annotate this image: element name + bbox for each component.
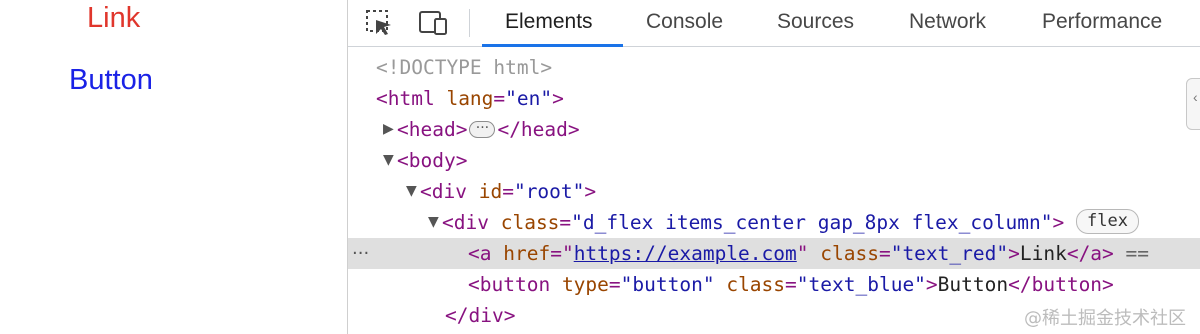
selected-marker: ==: [1125, 242, 1150, 265]
attr-name: lang: [446, 87, 494, 110]
tag-close: </button>: [1008, 273, 1114, 296]
select-element-icon[interactable]: [362, 6, 396, 40]
node-text: Link: [1019, 242, 1067, 265]
collapse-triangle-icon[interactable]: ▼: [406, 176, 420, 207]
preview-link[interactable]: Link: [87, 2, 140, 35]
dom-node-div-flex[interactable]: ▼ <div class="d_flex items_center gap_8px…: [348, 207, 1200, 238]
tag-close: >: [584, 180, 597, 203]
tag-close: </div>: [445, 304, 516, 327]
flex-badge[interactable]: flex: [1076, 209, 1139, 234]
dom-node-head[interactable]: ▶<head> </head>: [348, 113, 1200, 145]
tag-name: <div: [420, 180, 467, 203]
watermark: @稀土掘金技术社区: [1024, 308, 1186, 329]
href-link[interactable]: https://example.com: [574, 242, 797, 265]
dom-node-doctype[interactable]: <!DOCTYPE html>: [348, 52, 1200, 83]
dom-node-html[interactable]: <html lang="en">: [348, 83, 1200, 114]
tab-performance[interactable]: Performance: [1042, 0, 1162, 47]
expand-triangle-icon[interactable]: ▶: [383, 114, 397, 145]
attr-value: "d_flex items_center gap_8px flex_column…: [571, 211, 1053, 234]
dom-node-body[interactable]: ▼ <body>: [348, 145, 1200, 176]
tab-sources[interactable]: Sources: [777, 0, 854, 47]
chevron-icon: ‹: [1193, 89, 1198, 105]
active-tab-indicator: [482, 44, 623, 47]
tab-elements[interactable]: Elements: [505, 0, 593, 47]
attr-value: "en": [505, 87, 553, 110]
dom-node-div-root[interactable]: ▼ <div id="root">: [348, 176, 1200, 207]
devtools-toolbar: Elements Console Sources Network Perform…: [348, 0, 1200, 47]
tag-name: <head>: [397, 118, 468, 141]
devtools-panel: Elements Console Sources Network Perform…: [347, 0, 1200, 334]
collapse-triangle-icon[interactable]: ▼: [428, 207, 442, 238]
tag-name: <a: [468, 242, 492, 265]
more-options-icon[interactable]: ···: [352, 238, 369, 269]
attr-name: class: [726, 273, 786, 296]
side-panel-toggle[interactable]: ‹: [1186, 78, 1200, 130]
doctype-text: <!DOCTYPE html>: [376, 56, 553, 79]
tag-name: <body>: [397, 149, 468, 172]
tag-name: <div: [442, 211, 489, 234]
tag-close: </a>: [1066, 242, 1114, 265]
tag-close: </head>: [497, 118, 580, 141]
attr-value: "button": [620, 273, 715, 296]
node-text: Button: [937, 273, 1009, 296]
tag-name: <button: [468, 273, 551, 296]
attr-name: href: [503, 242, 551, 265]
collapse-triangle-icon[interactable]: ▼: [383, 145, 397, 176]
dom-node-a-selected[interactable]: ··· <a href="https://example.com" class=…: [348, 238, 1200, 269]
attr-name: id: [478, 180, 503, 203]
tab-console[interactable]: Console: [646, 0, 723, 47]
attr-value: "text_red": [890, 242, 1009, 265]
tag-close: >: [552, 87, 564, 110]
tag-name: <html: [376, 87, 435, 110]
page-preview: Link Button: [0, 0, 347, 334]
toolbar-separator: [469, 9, 470, 37]
collapsed-ellipsis-icon[interactable]: [469, 113, 496, 144]
tag-close: >: [1052, 211, 1065, 234]
device-toolbar-icon[interactable]: [416, 6, 450, 40]
attr-value: "root": [513, 180, 585, 203]
attr-value: "text_blue": [796, 273, 926, 296]
tab-network[interactable]: Network: [909, 0, 986, 47]
dom-node-button[interactable]: <button type="button" class="text_blue">…: [348, 269, 1200, 300]
attr-name: type: [561, 273, 609, 296]
preview-button[interactable]: Button: [69, 64, 153, 97]
attr-name: class: [820, 242, 879, 265]
attr-name: class: [500, 211, 560, 234]
